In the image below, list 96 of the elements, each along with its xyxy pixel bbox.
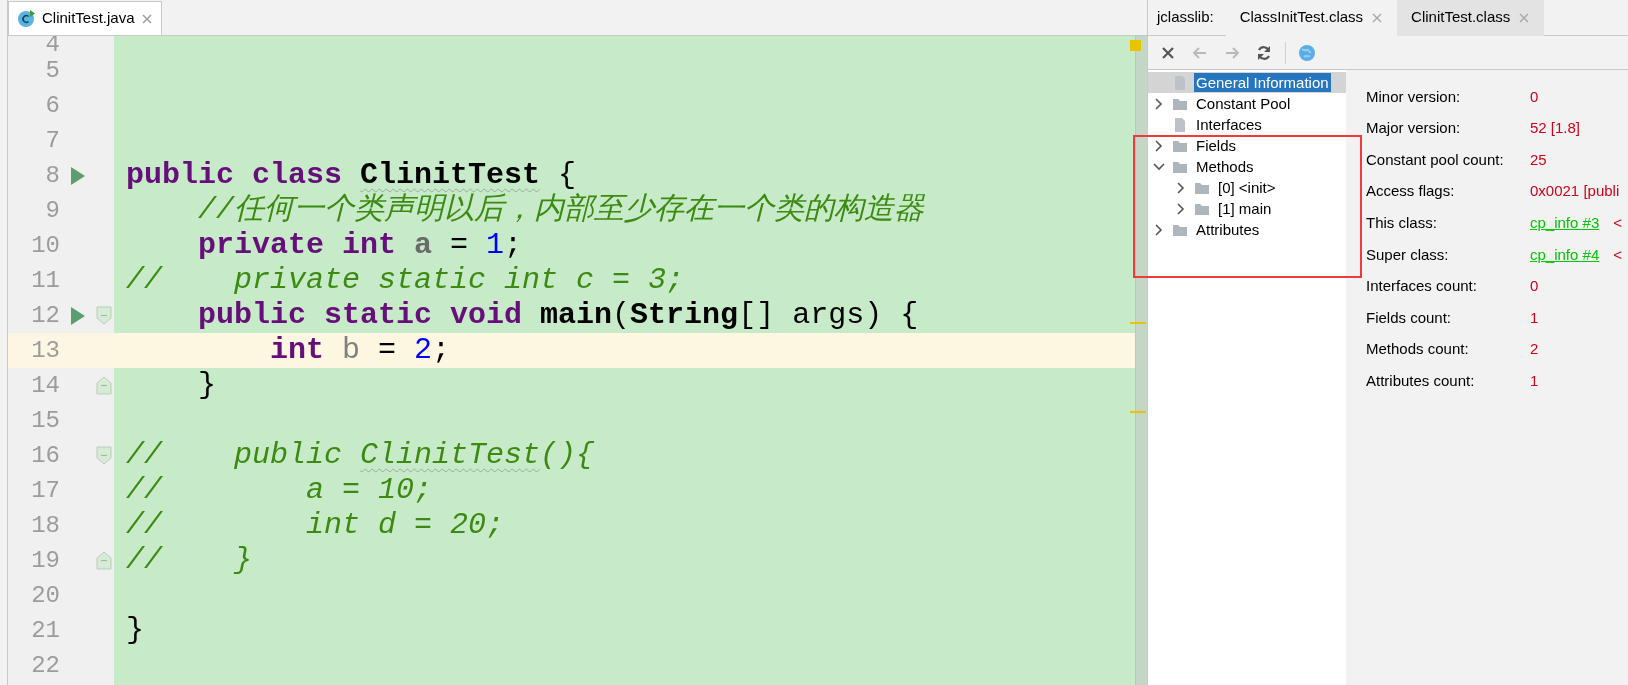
line-number: 4	[44, 36, 60, 53]
code-token: ClinitTest	[360, 438, 541, 472]
error-stripe-mark	[1130, 322, 1146, 324]
field-value: 0x0021 [publi	[1530, 181, 1620, 202]
code-token: (){	[540, 438, 595, 472]
file-tab[interactable]: ClinitTest.java	[8, 1, 162, 35]
line-number: 20	[30, 581, 60, 610]
field-value: <	[1613, 244, 1622, 265]
code-token: public class	[126, 158, 344, 192]
fold-icon[interactable]	[96, 446, 112, 465]
code-token: public static void	[197, 298, 524, 332]
line-number: 15	[30, 406, 60, 435]
code-token: // int d = 20;	[126, 508, 505, 542]
line-number: 11	[30, 266, 60, 295]
class-tab[interactable]: ClinitTest.class	[1397, 0, 1545, 36]
field-label: Attributes count:	[1366, 370, 1476, 391]
tree-item[interactable]: [0] <init>	[1216, 178, 1278, 197]
field-value: 1	[1530, 307, 1539, 328]
close-icon	[1371, 11, 1384, 24]
line-number: 9	[44, 196, 60, 225]
code-token: // public	[126, 438, 344, 472]
fold-icon[interactable]	[96, 306, 112, 325]
line-number: 12	[30, 301, 60, 330]
scrollbar[interactable]	[1135, 36, 1147, 685]
tree-item[interactable]: Methods	[1194, 157, 1256, 176]
code-token: =	[449, 228, 470, 262]
tree-item[interactable]: General Information	[1194, 73, 1331, 92]
field-label: Minor version:	[1366, 86, 1462, 107]
run-icon[interactable]	[70, 305, 86, 326]
code-token: a	[414, 228, 433, 262]
tree-item[interactable]: [1] main	[1216, 199, 1274, 218]
line-number: 14	[30, 371, 60, 400]
line-number: 5	[44, 56, 60, 85]
close-icon	[1518, 11, 1531, 24]
field-value: 52 [1.8]	[1530, 118, 1581, 139]
line-number: 22	[30, 651, 60, 680]
line-number: 13	[30, 336, 60, 365]
fold-icon[interactable]	[96, 376, 112, 395]
code-token: String	[630, 298, 739, 332]
fold-icon[interactable]	[96, 551, 112, 570]
tree-item[interactable]: Constant Pool	[1194, 94, 1293, 113]
code-token: =	[377, 333, 398, 367]
code-token: b	[342, 333, 361, 367]
code-token: main	[540, 298, 613, 332]
tree-item[interactable]: Fields	[1194, 136, 1238, 155]
tree-item[interactable]: Interfaces	[1194, 115, 1264, 134]
field-label: Major version:	[1366, 118, 1462, 139]
warning-marker	[1130, 40, 1141, 51]
field-label: Methods count:	[1366, 339, 1470, 360]
code-token: (	[612, 298, 631, 332]
code-token: // a = 10;	[126, 473, 433, 507]
code-token: int	[269, 333, 326, 367]
class-file-icon	[17, 9, 36, 28]
file-icon	[1172, 116, 1188, 133]
refresh-icon	[1255, 43, 1273, 62]
code-token: ;	[504, 228, 523, 262]
file-icon	[1172, 74, 1188, 91]
field-label: Interfaces count:	[1366, 276, 1478, 297]
field-value: 0	[1530, 276, 1539, 297]
line-number: 8	[44, 161, 60, 190]
field-label: Constant pool count:	[1366, 149, 1505, 170]
line-number: 7	[44, 126, 60, 155]
field-value: 2	[1530, 339, 1539, 360]
run-icon[interactable]	[70, 165, 86, 186]
code-token: ClinitTest	[360, 158, 541, 192]
code-token: // }	[126, 543, 253, 577]
tree-item[interactable]: Attributes	[1194, 220, 1262, 239]
line-number: 17	[30, 476, 60, 505]
field-value: 1	[1530, 370, 1539, 391]
code-token: {	[557, 158, 577, 192]
code-token: 1	[486, 228, 505, 262]
code-token: 2	[414, 333, 433, 367]
field-label: Super class:	[1366, 244, 1450, 265]
code-token: }	[197, 368, 216, 402]
field-label: Access flags:	[1366, 181, 1456, 202]
line-number: 18	[30, 511, 60, 540]
error-stripe-mark	[1130, 411, 1146, 413]
code-token: ;	[432, 333, 451, 367]
field-label: This class:	[1366, 212, 1438, 233]
code-token: [] args) {	[738, 298, 919, 332]
line-number: 10	[30, 231, 60, 260]
code-token: private int	[197, 228, 398, 262]
line-number: 16	[30, 441, 60, 470]
field-value: 25	[1530, 149, 1547, 170]
field-value: <	[1613, 212, 1622, 233]
field-value: 0	[1530, 86, 1539, 107]
line-number: 19	[30, 546, 60, 575]
line-number: 21	[30, 616, 60, 645]
panel-title: jclasslib:	[1155, 7, 1215, 28]
code-token: }	[126, 613, 144, 647]
close-icon	[140, 12, 153, 25]
code-token: //任何一个类声明以后，内部至少存在一个类的构造器	[197, 193, 925, 227]
code-token: // private static int c = 3;	[126, 263, 685, 297]
line-number: 6	[44, 91, 60, 120]
globe-icon	[1298, 43, 1316, 62]
field-label: Fields count:	[1366, 307, 1453, 328]
